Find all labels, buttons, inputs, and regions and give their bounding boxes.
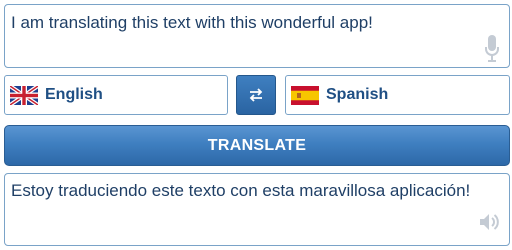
source-text: I am translating this text with this won… — [11, 13, 373, 32]
source-language-select[interactable]: English — [4, 75, 228, 115]
swap-languages-button[interactable] — [236, 75, 276, 115]
target-language-select[interactable]: Spanish — [285, 75, 510, 115]
uk-flag-icon — [10, 86, 38, 105]
translate-button[interactable]: TRANSLATE — [4, 125, 510, 166]
spain-flag-icon — [291, 86, 319, 105]
microphone-icon[interactable] — [485, 35, 499, 68]
translated-text-output: Estoy traduciendo este texto con esta ma… — [4, 173, 510, 246]
swap-arrows-icon — [249, 88, 263, 102]
target-language-label: Spanish — [326, 86, 389, 103]
translated-text: Estoy traduciendo este texto con esta ma… — [11, 181, 471, 200]
source-language-label: English — [45, 86, 103, 103]
speaker-icon[interactable] — [478, 211, 500, 238]
source-text-input[interactable]: I am translating this text with this won… — [4, 4, 510, 68]
